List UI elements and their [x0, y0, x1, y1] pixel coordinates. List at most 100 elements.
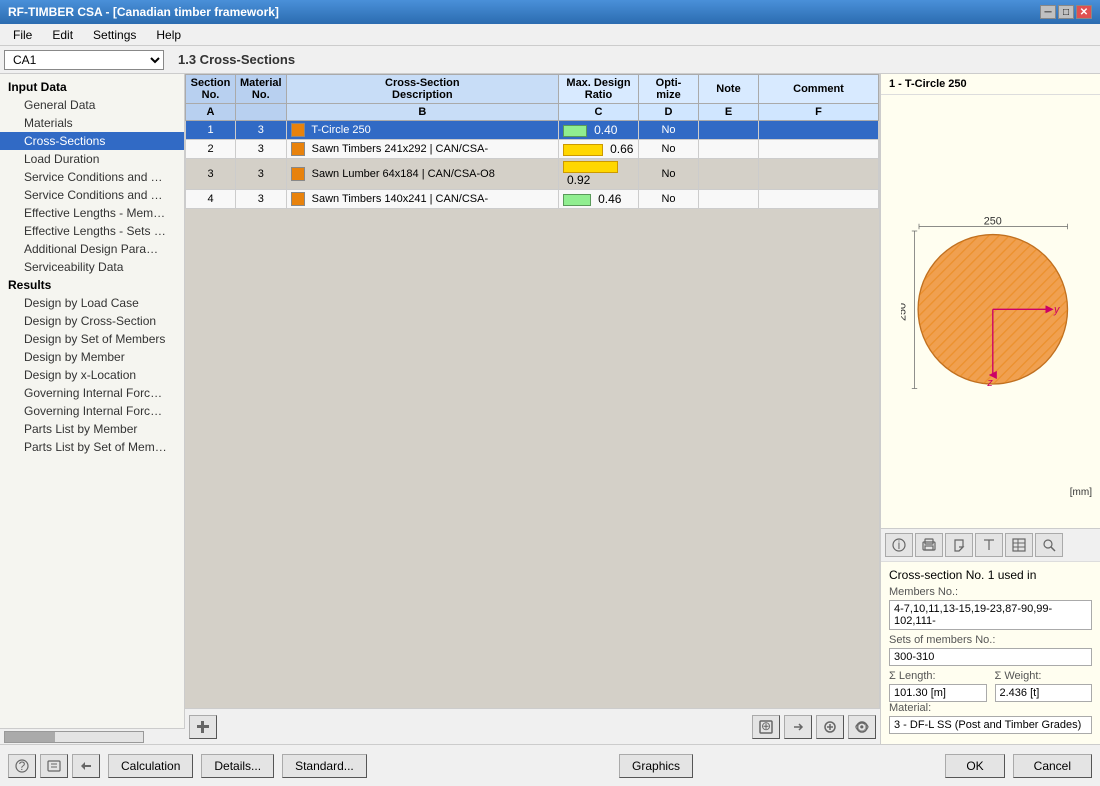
cs-length-value: 101.30 [m] — [889, 684, 987, 702]
cs-members-row: Members No.: 4-7,10,11,13-15,19-23,87-90… — [889, 586, 1092, 630]
cell-material-no: 3 — [236, 190, 287, 209]
cs-length-weight-row: Σ Length: 101.30 [m] Σ Weight: 2.436 [t] — [889, 670, 1092, 702]
bottom-icon-2[interactable] — [40, 754, 68, 778]
table-row[interactable]: 2 3 Sawn Timbers 241x292 | CAN/CSA- 0.66… — [186, 140, 879, 159]
tree-additional-design[interactable]: Additional Design Parameters — [0, 240, 184, 258]
tree-governing-forces-s[interactable]: Governing Internal Forces by S... — [0, 402, 184, 420]
cell-description: T-Circle 250 — [286, 121, 558, 140]
tree-governing-forces-m[interactable]: Governing Internal Forces by M... — [0, 384, 184, 402]
cs-title: 1 - T-Circle 250 — [881, 74, 1100, 95]
cell-optimize: No — [639, 121, 699, 140]
tree-parts-list-member[interactable]: Parts List by Member — [0, 420, 184, 438]
tree-parts-list-set[interactable]: Parts List by Set of Members — [0, 438, 184, 456]
menu-file[interactable]: File — [4, 25, 41, 45]
tree-design-cross-section[interactable]: Design by Cross-Section — [0, 312, 184, 330]
svg-text:👁: 👁 — [854, 720, 869, 734]
minimize-button[interactable]: ─ — [1040, 5, 1056, 19]
cell-note — [699, 121, 759, 140]
table-icon-2[interactable] — [784, 715, 812, 739]
svg-text:⊕: ⊕ — [761, 719, 771, 733]
table-row[interactable]: 3 3 Sawn Lumber 64x184 | CAN/CSA-O8 0.92… — [186, 159, 879, 190]
cell-design-ratio: 0.92 — [559, 159, 639, 190]
left-panel-scrollbar[interactable] — [4, 731, 144, 743]
cs-unit-label: [mm] — [1070, 487, 1092, 498]
col-comment: Comment — [759, 75, 879, 104]
table-container[interactable]: SectionNo. MaterialNo. Cross-SectionDesc… — [185, 74, 880, 708]
col-d-label: D — [639, 104, 699, 121]
table-row[interactable]: 1 3 T-Circle 250 0.40 No — [186, 121, 879, 140]
tree-design-load-case[interactable]: Design by Load Case — [0, 294, 184, 312]
cs-weight-col: Σ Weight: 2.436 [t] — [995, 670, 1093, 702]
cs-used-in-label: Cross-section No. 1 used in — [889, 568, 1092, 582]
cell-comment — [759, 159, 879, 190]
close-button[interactable]: ✕ — [1076, 5, 1092, 19]
cs-sets-row: Sets of members No.: 300-310 — [889, 634, 1092, 666]
tree-serviceability[interactable]: Serviceability Data — [0, 258, 184, 276]
cs-info-button[interactable]: i — [885, 533, 913, 557]
svg-text:?: ? — [19, 759, 26, 773]
col-a-label: A — [186, 104, 236, 121]
tree-effective-lengths-sets[interactable]: Effective Lengths - Sets of Me... — [0, 222, 184, 240]
tree-design-member[interactable]: Design by Member — [0, 348, 184, 366]
cs-length-col: Σ Length: 101.30 [m] — [889, 670, 987, 702]
cs-print-button[interactable] — [915, 533, 943, 557]
tree-service-conditions-2[interactable]: Service Conditions and Treatme... — [0, 186, 184, 204]
cell-material-no: 3 — [236, 140, 287, 159]
cell-design-ratio: 0.66 — [559, 140, 639, 159]
main-layout: Input Data General Data Materials Cross-… — [0, 74, 1100, 744]
tree-service-conditions-1[interactable]: Service Conditions and Treatme... — [0, 168, 184, 186]
maximize-button[interactable]: □ — [1058, 5, 1074, 19]
menu-help[interactable]: Help — [147, 25, 190, 45]
cs-table-button[interactable] — [1005, 533, 1033, 557]
table-icon-1[interactable]: ⊕ — [752, 715, 780, 739]
cell-note — [699, 190, 759, 209]
details-button[interactable]: Details... — [201, 754, 274, 778]
ca-dropdown[interactable]: CA1 — [4, 50, 164, 70]
cancel-button[interactable]: Cancel — [1013, 754, 1092, 778]
section-title: 1.3 Cross-Sections — [168, 52, 295, 67]
bottom-icon-1[interactable]: ? — [8, 754, 36, 778]
cell-comment — [759, 190, 879, 209]
tree-materials[interactable]: Materials — [0, 114, 184, 132]
cs-weight-value: 2.436 [t] — [995, 684, 1093, 702]
table-bottom-bar: ⊕ 👁 — [185, 708, 880, 744]
tree-general-data[interactable]: General Data — [0, 96, 184, 114]
cs-info: Cross-section No. 1 used in Members No.:… — [881, 561, 1100, 744]
tree-effective-lengths-members[interactable]: Effective Lengths - Members — [0, 204, 184, 222]
cs-zoom-button[interactable] — [1035, 533, 1063, 557]
col-f-label: F — [759, 104, 879, 121]
standard-button[interactable]: Standard... — [282, 754, 367, 778]
table-icon-3[interactable] — [816, 715, 844, 739]
cell-section-no: 3 — [186, 159, 236, 190]
cell-optimize: No — [639, 140, 699, 159]
tree-cross-sections[interactable]: Cross-Sections — [0, 132, 184, 150]
cs-sets-value: 300-310 — [889, 648, 1092, 666]
table-icon-4[interactable]: 👁 — [848, 715, 876, 739]
cell-optimize: No — [639, 159, 699, 190]
color-swatch — [291, 142, 305, 156]
calculation-button[interactable]: Calculation — [108, 754, 193, 778]
cs-material-value: 3 - DF-L SS (Post and Timber Grades) — [889, 716, 1092, 734]
col-material-no: MaterialNo. — [236, 75, 287, 104]
title-controls: ─ □ ✕ — [1040, 5, 1092, 19]
menu-edit[interactable]: Edit — [43, 25, 82, 45]
bottom-icon-3[interactable] — [72, 754, 100, 778]
svg-text:i: i — [898, 538, 901, 552]
color-swatch — [291, 167, 305, 181]
title-text: RF-TIMBER CSA - [Canadian timber framewo… — [8, 5, 279, 19]
table-add-icon[interactable] — [189, 715, 217, 739]
color-swatch — [291, 192, 305, 206]
cs-text-button[interactable] — [975, 533, 1003, 557]
tree-load-duration[interactable]: Load Duration — [0, 150, 184, 168]
cross-sections-table: SectionNo. MaterialNo. Cross-SectionDesc… — [185, 74, 879, 209]
tree-design-set-members[interactable]: Design by Set of Members — [0, 330, 184, 348]
table-row[interactable]: 4 3 Sawn Timbers 140x241 | CAN/CSA- 0.46… — [186, 190, 879, 209]
cell-optimize: No — [639, 190, 699, 209]
cs-export-button[interactable] — [945, 533, 973, 557]
menu-bar: File Edit Settings Help — [0, 24, 1100, 46]
menu-settings[interactable]: Settings — [84, 25, 145, 45]
cell-material-no: 3 — [236, 159, 287, 190]
ok-button[interactable]: OK — [945, 754, 1004, 778]
tree-design-x-location[interactable]: Design by x-Location — [0, 366, 184, 384]
graphics-button[interactable]: Graphics — [619, 754, 693, 778]
